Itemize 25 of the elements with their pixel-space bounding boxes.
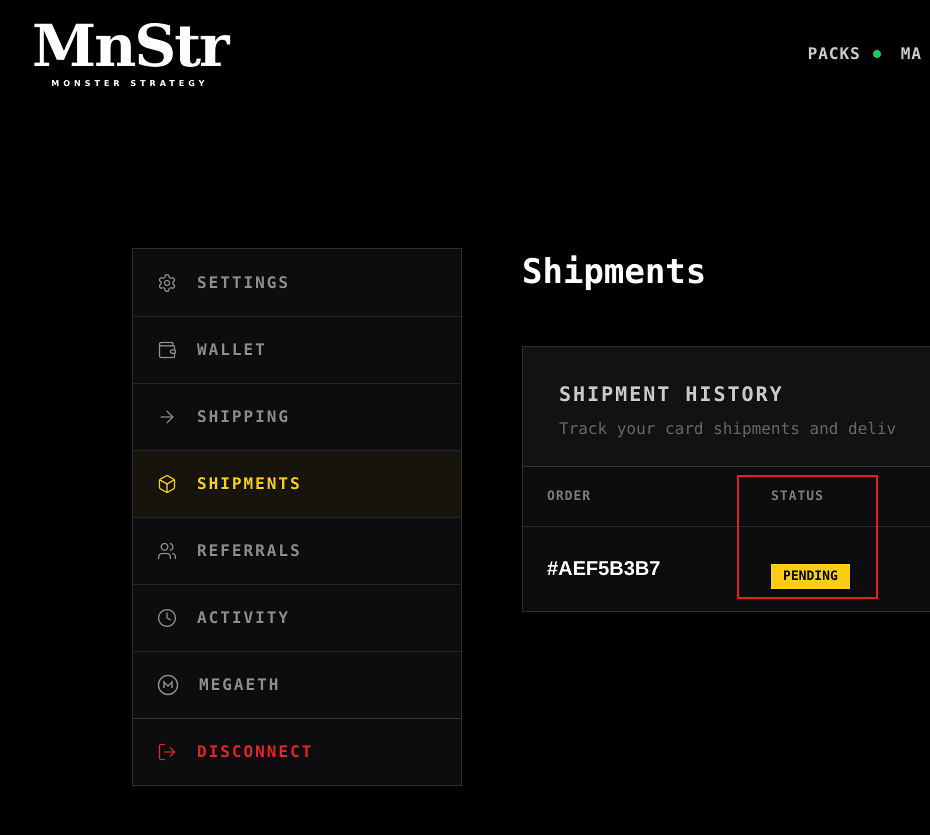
sidebar-item[interactable]: SHIPMENTS xyxy=(133,450,461,517)
column-header: STATUS xyxy=(771,488,824,506)
column-header: ORDER xyxy=(547,488,592,506)
sidebar-item[interactable]: SETTINGS xyxy=(133,249,461,316)
clock-icon xyxy=(157,608,177,628)
sidebar-item[interactable]: ACTIVITY xyxy=(133,584,461,651)
nav-link[interactable]: MA xyxy=(900,42,922,66)
sidebar-item[interactable]: DISCONNECT xyxy=(133,718,461,785)
sidebar-item[interactable]: MEGAETH xyxy=(133,651,461,718)
settings-icon xyxy=(157,272,177,292)
order-id: #AEF5B3B7 xyxy=(546,557,662,582)
logo[interactable]: MnStr xyxy=(32,14,228,78)
card-title: SHIPMENT HISTORY xyxy=(559,381,785,408)
status-badge: PENDING xyxy=(771,564,850,590)
logout-icon xyxy=(157,742,177,762)
page-title: Shipments xyxy=(522,251,708,294)
wallet-icon xyxy=(157,340,177,360)
logo-tagline: MONSTER STRATEGY xyxy=(51,78,208,90)
sidebar-item[interactable]: REFERRALS xyxy=(133,517,461,584)
card-subtitle: Track your card shipments and deliv xyxy=(559,418,898,440)
nav-link[interactable]: PACKS xyxy=(808,42,861,66)
sidebar-item[interactable]: WALLET xyxy=(133,316,461,383)
people-icon xyxy=(157,541,177,561)
cube-icon xyxy=(157,474,177,494)
coin-icon xyxy=(157,674,179,696)
